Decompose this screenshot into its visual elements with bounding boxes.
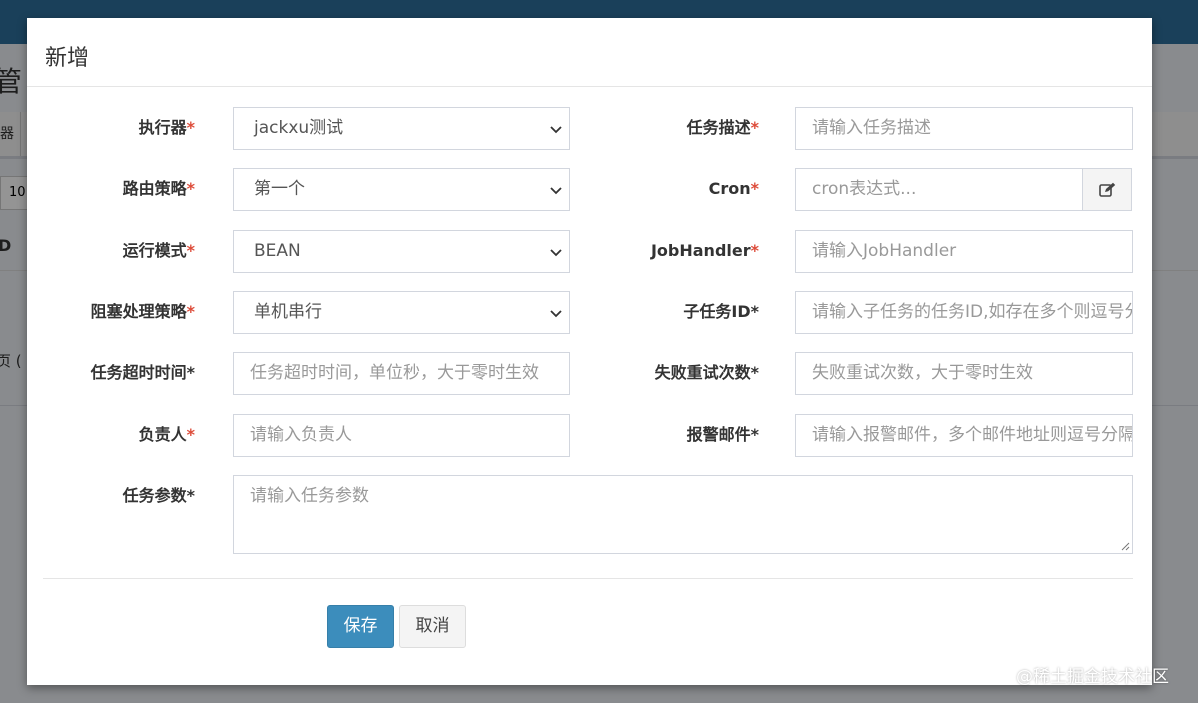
job-handler-label: JobHandler* [650,241,759,260]
route-strategy-value: 第一个 [254,179,305,199]
job-param-placeholder: 请输入任务参数 [250,486,369,506]
chevron-down-icon [550,249,562,257]
job-param-textarea[interactable]: 请输入任务参数 [233,475,1133,554]
fail-retry-input[interactable]: 失败重试次数，大于零时生效 [795,352,1133,395]
chevron-down-icon [550,126,562,134]
cron-input[interactable]: cron表达式... [795,168,1083,211]
edit-icon [1099,182,1116,197]
executor-value: jackxu测试 [254,118,344,138]
run-mode-value: BEAN [254,241,301,261]
route-strategy-select[interactable]: 第一个 [233,168,570,211]
modal-header: 新增 [27,18,1152,87]
block-strategy-value: 单机串行 [254,302,322,322]
modal-title: 新增 [45,46,90,71]
save-button[interactable]: 保存 [327,605,394,648]
chevron-down-icon [550,310,562,318]
author-input[interactable]: 请输入负责人 [233,414,570,457]
resize-grip-icon[interactable] [1120,541,1130,551]
block-strategy-label: 阻塞处理策略* [90,302,195,321]
watermark: @稀土掘金技术社区 [1016,667,1169,687]
run-mode-label: 运行模式* [122,241,195,260]
chevron-down-icon [550,187,562,195]
timeout-input[interactable]: 任务超时时间，单位秒，大于零时生效 [233,352,570,395]
cron-label: Cron* [708,179,759,198]
author-label: 负责人* [138,425,195,444]
alarm-email-input[interactable]: 请输入报警邮件，多个邮件地址则逗号分隔 [795,414,1133,457]
run-mode-select[interactable]: BEAN [233,230,570,273]
executor-select[interactable]: jackxu测试 [233,107,570,150]
block-strategy-select[interactable]: 单机串行 [233,291,570,334]
fail-retry-label: 失败重试次数* [654,363,759,382]
job-desc-input[interactable]: 请输入任务描述 [795,107,1133,150]
form-divider [43,578,1133,579]
executor-label: 执行器* [138,118,195,137]
cron-edit-button[interactable] [1082,168,1132,211]
alarm-email-label: 报警邮件* [686,425,759,444]
add-job-modal: 新增 执行器* jackxu测试 任务描述* 请输入任务描述 路由策略* 第一个… [27,18,1152,685]
job-desc-label: 任务描述* [686,118,759,137]
child-job-id-input[interactable]: 请输入子任务的任务ID,如存在多个则逗号分隔 [795,291,1133,334]
job-param-label: 任务参数* [122,486,195,505]
child-job-id-label: 子任务ID* [683,302,759,321]
timeout-label: 任务超时时间* [90,363,195,382]
cancel-button[interactable]: 取消 [399,605,466,648]
route-strategy-label: 路由策略* [122,179,195,198]
job-handler-input[interactable]: 请输入JobHandler [795,230,1133,273]
